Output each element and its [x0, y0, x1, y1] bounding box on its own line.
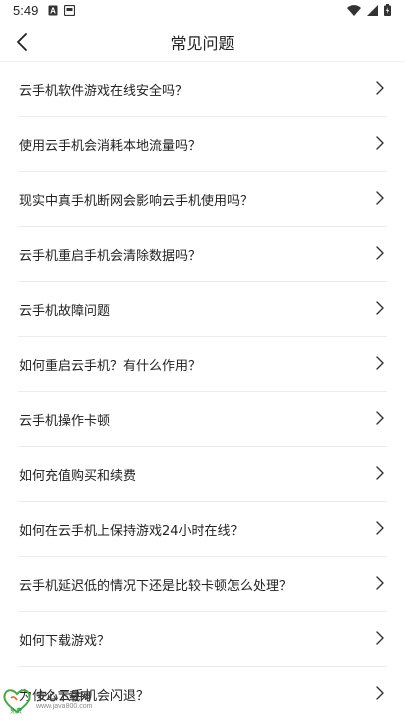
faq-item[interactable]: 云手机软件游戏在线安全吗？ [18, 62, 387, 117]
page-title: 常见问题 [170, 34, 235, 53]
navigation-bar: 常见问题 [0, 24, 405, 60]
faq-item[interactable]: 如何充值购买和续费 [18, 447, 387, 502]
battery-icon [384, 4, 391, 16]
faq-item-label: 如何下载游戏？ [19, 634, 111, 649]
chevron-right-icon [376, 246, 384, 260]
faq-item[interactable]: 云手机操作卡顿 [18, 392, 387, 447]
faq-item[interactable]: 现实中真手机断网会影响云手机使用吗？ [18, 172, 387, 227]
faq-item[interactable]: 如何下载游戏？ [18, 612, 387, 667]
faq-item-label: 如何重启云手机？有什么作用？ [19, 359, 202, 374]
faq-item-label: 云手机软件游戏在线安全吗？ [19, 84, 189, 99]
chevron-right-icon [376, 191, 384, 205]
watermark-url: www.java800.com [36, 703, 93, 710]
status-bar: 5:49 A [0, 0, 405, 24]
faq-list: 云手机软件游戏在线安全吗？ 使用云手机会消耗本地流量吗？ 现实中真手机断网会影响… [0, 62, 405, 721]
chevron-right-icon [376, 81, 384, 95]
faq-item[interactable]: 云手机故障问题 [18, 282, 387, 337]
chevron-right-icon [376, 356, 384, 370]
faq-item-label: 如何充值购买和续费 [19, 469, 137, 484]
svg-text:A: A [50, 7, 56, 16]
faq-item[interactable]: 如何重启云手机？有什么作用？ [18, 337, 387, 392]
chevron-right-icon [376, 411, 384, 425]
faq-item[interactable]: 如何在云手机上保持游戏24小时在线？ [18, 502, 387, 557]
chevron-right-icon [376, 466, 384, 480]
faq-item-label: 云手机重启手机会清除数据吗？ [19, 249, 202, 264]
faq-item[interactable]: 云手机重启手机会清除数据吗？ [18, 227, 387, 282]
faq-item-label: 云手机延迟低的情况下还是比较卡顿怎么处理？ [19, 579, 293, 594]
chevron-right-icon [376, 686, 384, 700]
watermark-text: 安心下载网 [36, 691, 91, 703]
faq-item[interactable]: 云手机延迟低的情况下还是比较卡顿怎么处理？ [18, 557, 387, 612]
status-notification-icons: A [48, 5, 75, 16]
screenshot-icon [64, 5, 75, 16]
chevron-right-icon [376, 301, 384, 315]
wifi-icon [347, 4, 361, 16]
chevron-right-icon [376, 521, 384, 535]
faq-item-label: 使用云手机会消耗本地流量吗？ [19, 139, 202, 154]
faq-item[interactable]: 使用云手机会消耗本地流量吗？ [18, 117, 387, 172]
faq-item-label: 现实中真手机断网会影响云手机使用吗？ [19, 194, 254, 209]
status-system-icons [347, 4, 391, 16]
chevron-right-icon [376, 136, 384, 150]
font-a-icon: A [48, 5, 58, 16]
status-time: 5:49 [13, 3, 39, 18]
faq-item-label: 云手机操作卡顿 [19, 414, 111, 429]
watermark-badge: 免费 [10, 708, 23, 715]
cellular-signal-icon [367, 4, 378, 16]
watermark: 免费 安心下载网 www.java800.com [2, 686, 112, 718]
faq-item-label: 云手机故障问题 [19, 304, 111, 319]
faq-item-label: 如何在云手机上保持游戏24小时在线？ [19, 524, 244, 539]
chevron-right-icon [376, 576, 384, 590]
chevron-right-icon [376, 631, 384, 645]
